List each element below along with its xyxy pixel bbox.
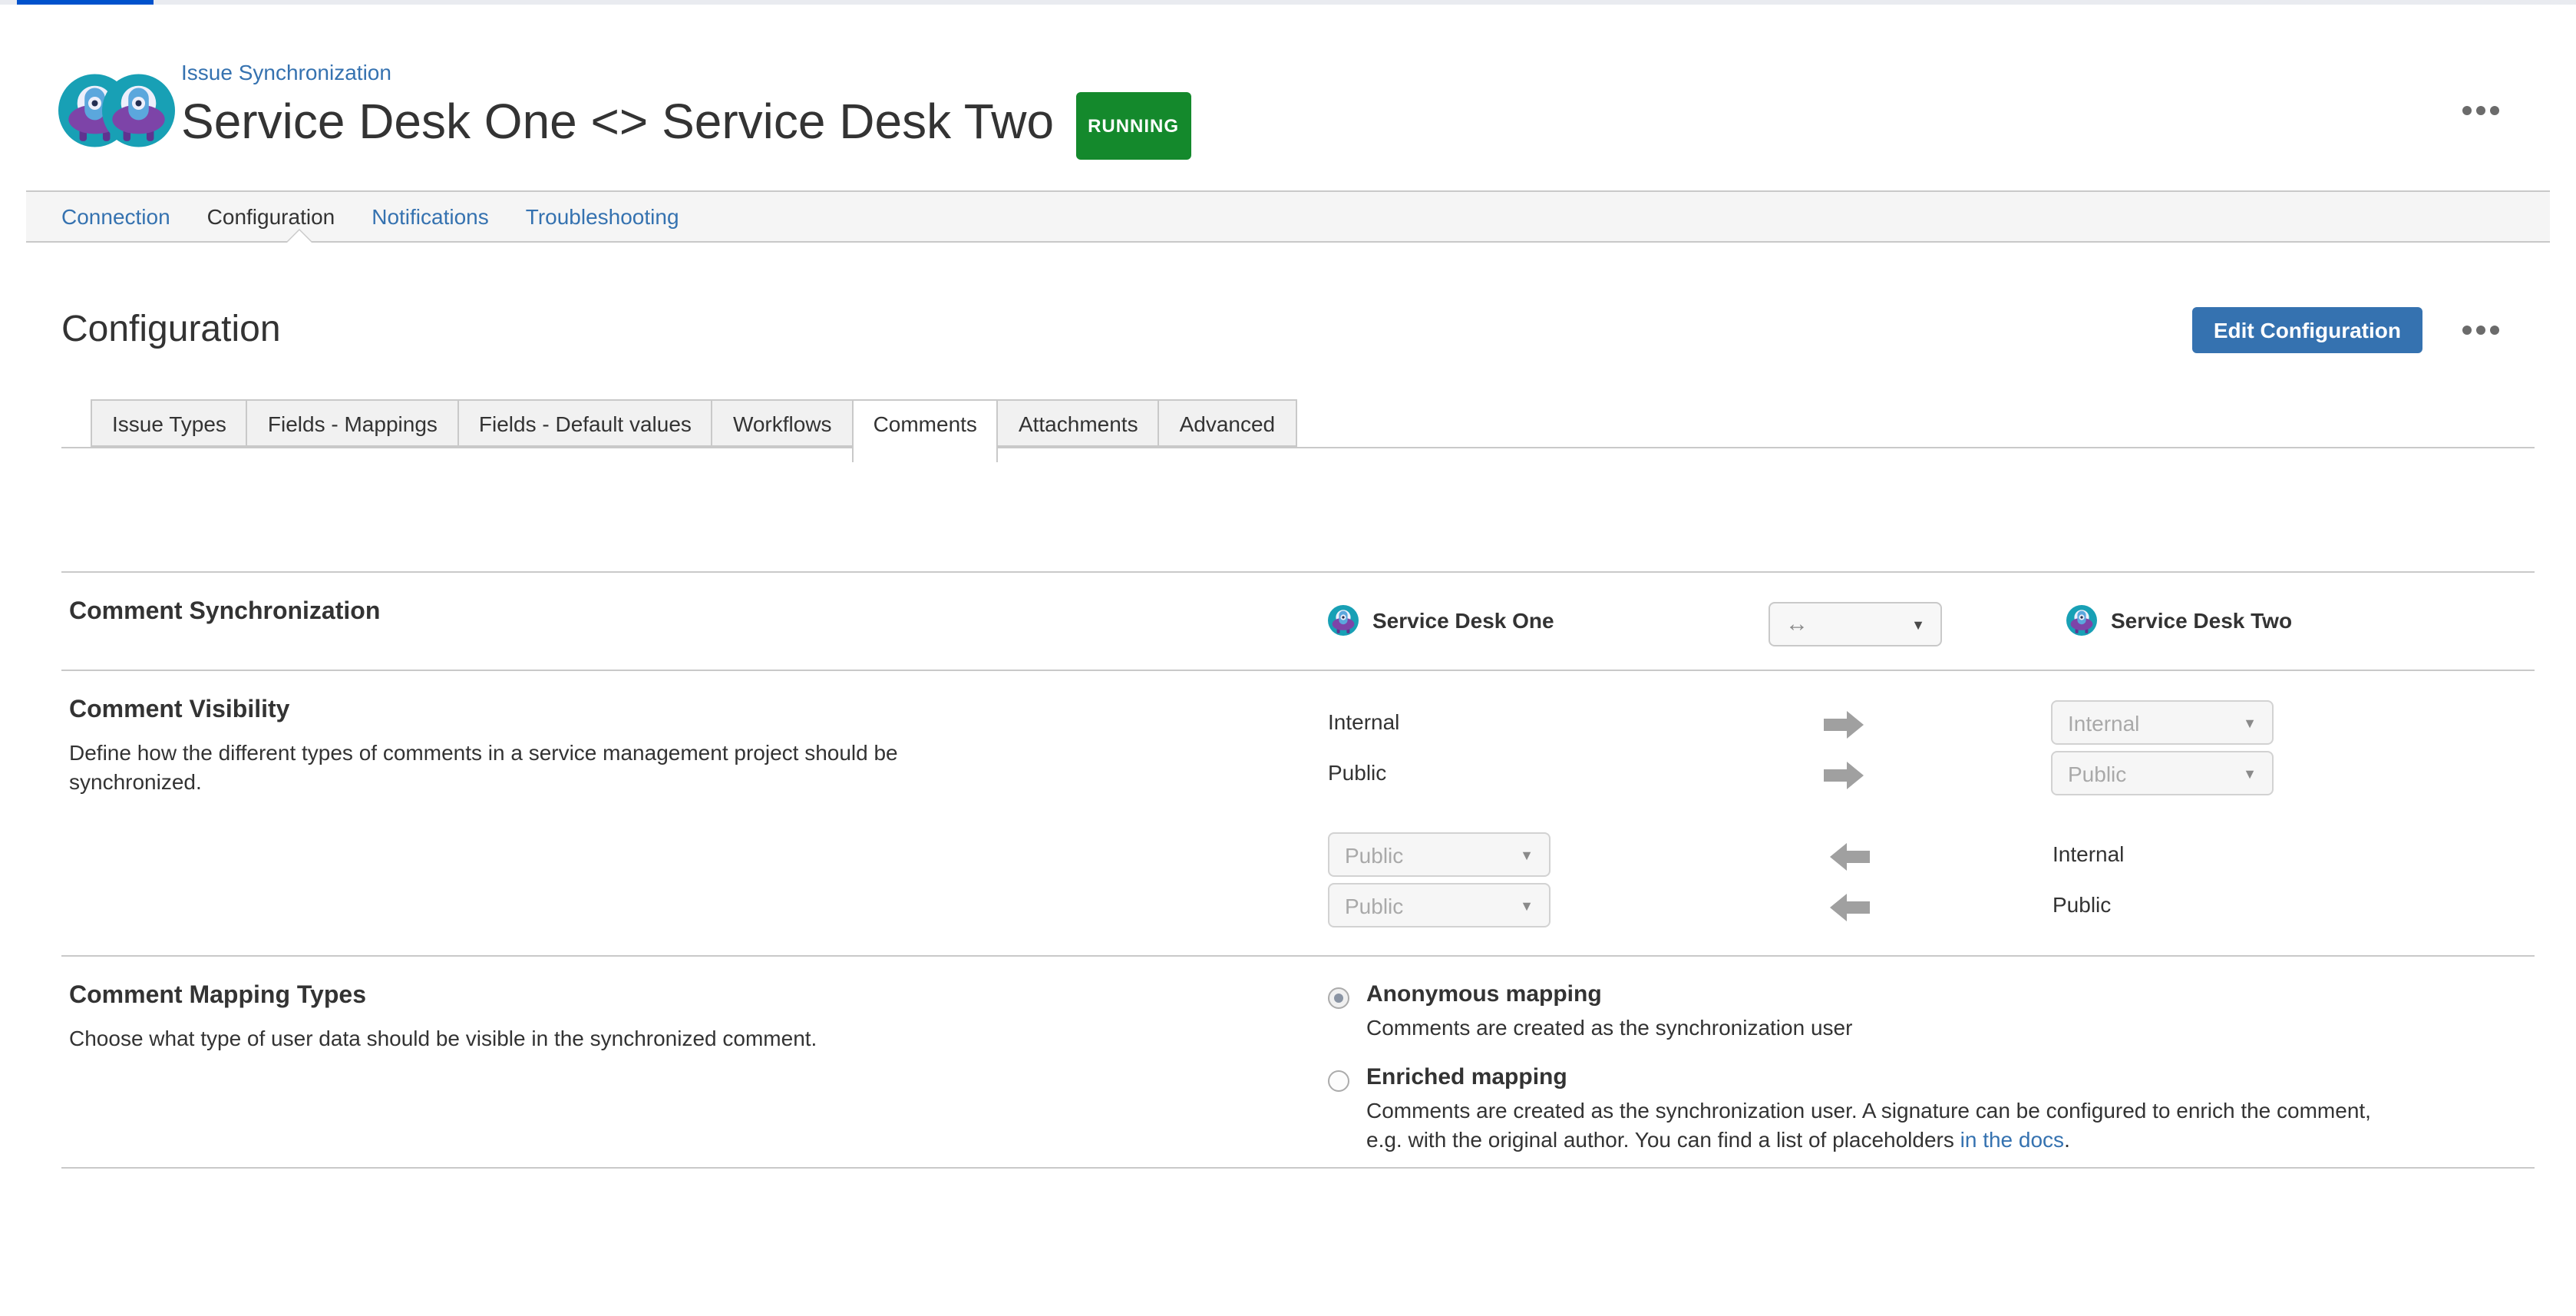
option-label: Anonymous mapping [1366,981,1852,1009]
arrow-left-icon [1847,901,1870,914]
instance-owl-icon [1328,605,1359,636]
section-comment-mapping-types: Comment Mapping Types Choose what type o… [61,955,2535,1167]
chevron-down-icon: ▼ [2231,765,2257,781]
description-text: . [2064,1127,2070,1152]
description-text: Comments are created as the synchronizat… [1366,1097,2371,1152]
visibility-source-label: Public [1328,760,1386,785]
top-nav: Connection Configuration Notifications T… [26,190,2550,243]
edit-configuration-button[interactable]: Edit Configuration [2192,307,2422,353]
visibility-target-dropdown-public[interactable]: Public ▼ [2051,751,2274,795]
configuration-heading: Configuration [61,309,281,352]
option-description: Comments are created as the synchronizat… [1366,1013,1852,1043]
comments-settings-table: Comment Synchronization Service Desk One… [61,571,2535,1169]
arrow-right-icon [1824,769,1847,782]
option-enriched-mapping: Enriched mapping Comments are created as… [1328,1063,2403,1156]
dropdown-value: Public [2068,761,2126,785]
tab-fields-default-values[interactable]: Fields - Default values [457,399,713,447]
visibility-source-dropdown-internal[interactable]: Public ▼ [1328,832,1551,877]
page-title-text: Service Desk One <> Service Desk Two [181,94,1054,149]
tab-fields-mappings[interactable]: Fields - Mappings [246,399,459,447]
nav-item-notifications[interactable]: Notifications [372,204,489,229]
status-badge: RUNNING [1075,92,1191,160]
nav-item-troubleshooting[interactable]: Troubleshooting [526,204,679,229]
tab-attachments[interactable]: Attachments [997,399,1160,447]
instance-two-label: Service Desk Two [2111,608,2292,633]
chevron-down-icon: ▼ [2231,715,2257,730]
option-description: Comments are created as the synchronizat… [1366,1096,2395,1156]
dropdown-value: Public [1345,893,1403,918]
comment-visibility-description: Define how the different types of commen… [69,739,913,797]
visibility-source-label: Internal [1328,709,1399,734]
comment-synchronization-heading: Comment Synchronization [69,599,380,627]
comment-mapping-types-description: Choose what type of user data should be … [69,1024,913,1053]
main-content: Configuration Edit Configuration Issue T… [61,307,2535,1169]
configuration-tabs: Issue Types Fields - Mappings Fields - D… [61,399,2535,448]
dropdown-value: Internal [2068,710,2139,735]
instance-service-desk-one: Service Desk One [1328,605,1554,636]
chevron-down-icon: ▼ [1508,898,1534,913]
instance-service-desk-two: Service Desk Two [2066,605,2292,636]
in-the-docs-link[interactable]: in the docs [1960,1127,2064,1152]
instance-one-label: Service Desk One [1372,608,1554,633]
option-label: Enriched mapping [1366,1063,2395,1091]
nav-item-configuration[interactable]: Configuration [207,204,335,229]
dropdown-value: Public [1345,842,1403,867]
comment-mapping-types-heading: Comment Mapping Types [69,983,366,1010]
header-more-options-icon[interactable] [2459,100,2502,121]
section-comment-synchronization: Comment Synchronization Service Desk One… [61,571,2535,670]
nav-item-connection[interactable]: Connection [61,204,170,229]
option-anonymous-mapping: Anonymous mapping Comments are created a… [1328,981,2403,1043]
page-title: Service Desk One <> Service Desk Two RUNN… [181,92,1191,160]
sync-direction-dropdown[interactable]: ↔ ▼ [1769,602,1942,646]
chevron-down-icon: ▼ [1508,847,1534,862]
configuration-more-options-icon[interactable] [2459,319,2502,341]
page: Issue Synchronization Service Desk One <… [0,0,2576,1316]
arrow-right-icon [1824,719,1847,731]
sync-direction-value: ↔ [1785,611,1808,637]
tab-workflows[interactable]: Workflows [712,399,854,447]
enriched-mapping-radio[interactable] [1328,1070,1349,1091]
tab-advanced[interactable]: Advanced [1158,399,1297,447]
instance-owl-icon [2066,605,2097,636]
visibility-target-dropdown-internal[interactable]: Internal ▼ [2051,700,2274,745]
tab-issue-types[interactable]: Issue Types [91,399,248,447]
visibility-target-label: Internal [2053,842,2124,866]
arrow-left-icon [1847,851,1870,863]
page-header: Issue Synchronization Service Desk One <… [0,5,2576,190]
visibility-target-label: Public [2053,892,2111,917]
section-comment-visibility: Comment Visibility Define how the differ… [61,670,2535,955]
visibility-source-dropdown-public[interactable]: Public ▼ [1328,883,1551,927]
tab-comments[interactable]: Comments [852,399,999,462]
chevron-down-icon: ▼ [1899,617,1925,632]
comment-visibility-heading: Comment Visibility [69,697,289,725]
app-breadcrumb-link[interactable]: Issue Synchronization [181,60,391,84]
anonymous-mapping-radio[interactable] [1328,987,1349,1009]
sync-owls-logo-icon [58,69,175,152]
